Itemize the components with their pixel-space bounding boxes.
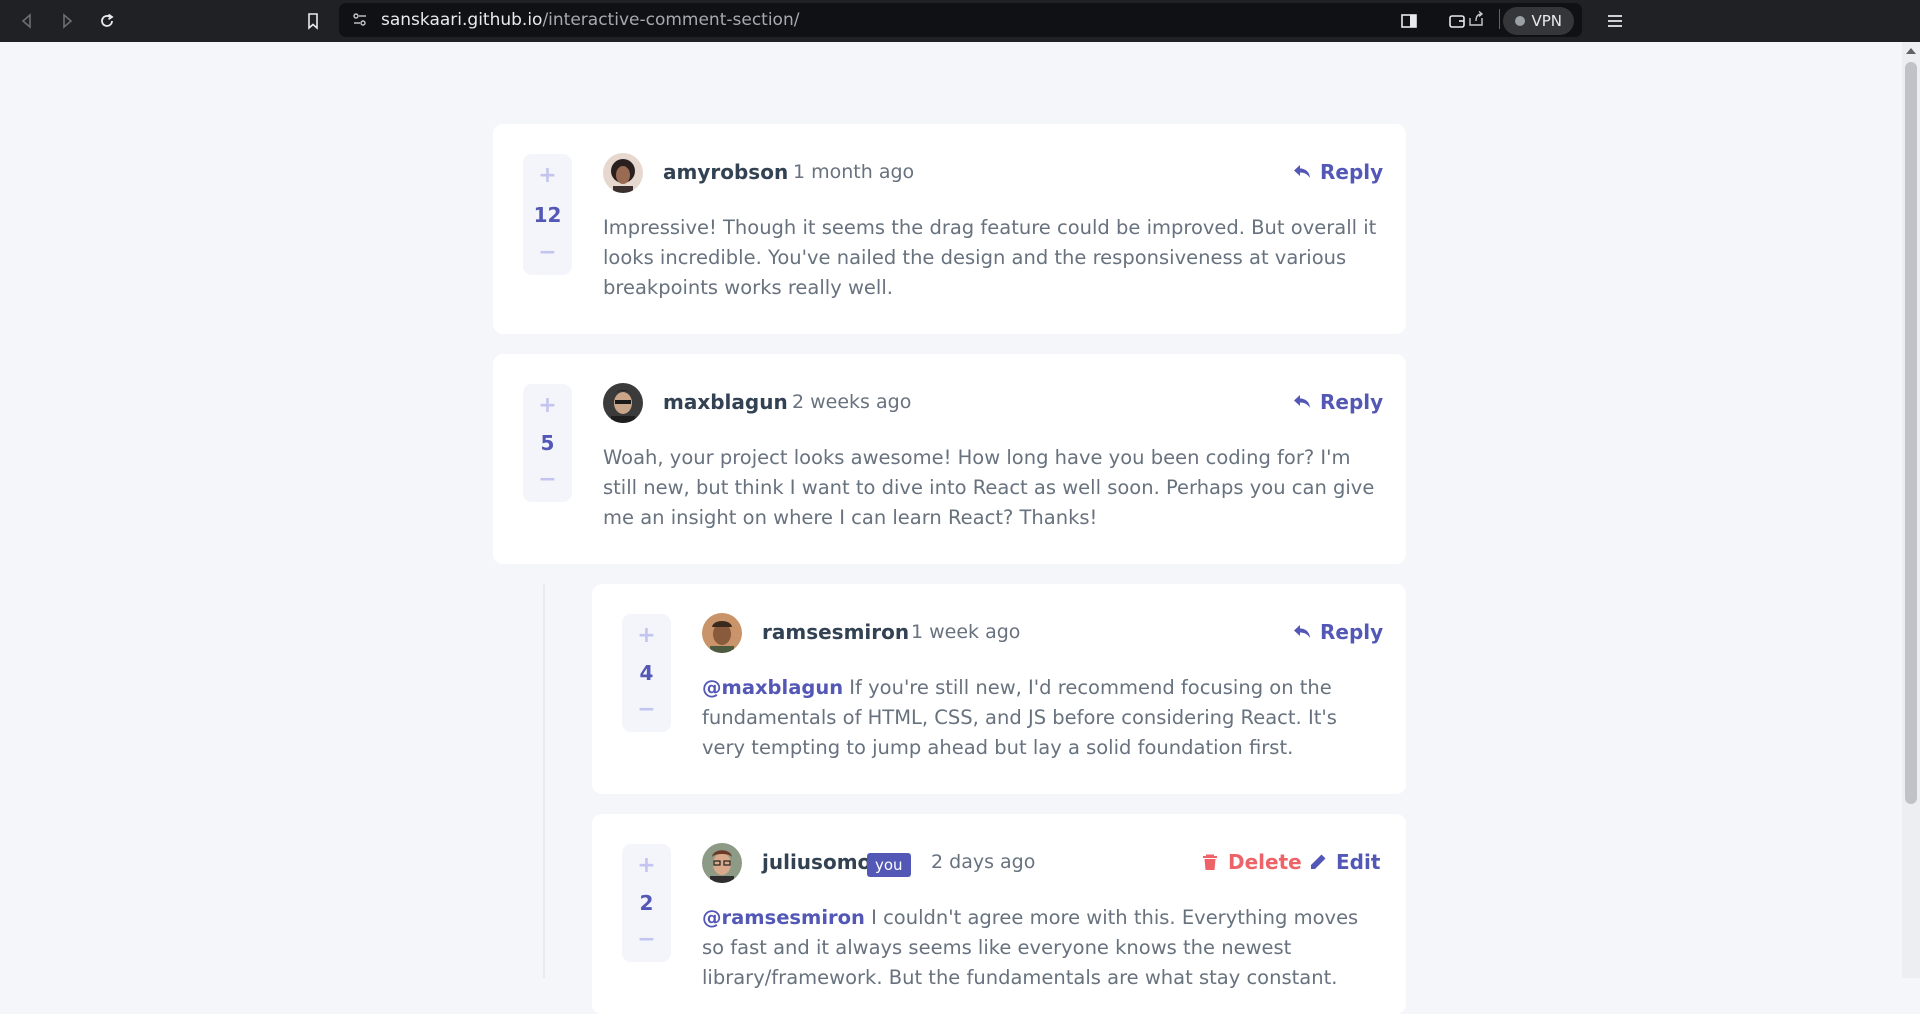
back-icon (21, 13, 31, 29)
score-count: 5 (540, 431, 555, 455)
upvote-button[interactable]: + (538, 395, 556, 417)
forward-button[interactable] (52, 6, 82, 36)
browser-toolbar: sanskaari.github.io/interactive-comment-… (0, 0, 1920, 42)
reload-button[interactable] (92, 6, 122, 36)
reply-username[interactable]: juliusomo (762, 850, 871, 874)
comment-time: 1 month ago (793, 161, 915, 183)
reply-username[interactable]: ramsesmiron (762, 620, 909, 644)
sidebar-icon[interactable] (1400, 12, 1418, 30)
bookmark-button[interactable] (298, 6, 328, 36)
edit-label: Edit (1336, 850, 1381, 874)
downvote-button[interactable]: − (538, 242, 556, 264)
edit-button[interactable]: Edit (1309, 850, 1380, 874)
upvote-button[interactable]: + (538, 165, 556, 187)
score-count: 2 (639, 891, 654, 915)
vote-widget: + 2 − (622, 844, 671, 962)
share-icon[interactable] (1467, 10, 1485, 28)
divider (1499, 9, 1500, 29)
mention-link[interactable]: @ramsesmiron (702, 906, 865, 929)
downvote-button[interactable]: − (538, 469, 556, 491)
reply-icon (1294, 165, 1310, 178)
reply-content: @ramsesmiron I couldn't agree more with … (702, 903, 1384, 993)
reload-icon (101, 13, 114, 27)
delete-label: Delete (1228, 850, 1302, 874)
upvote-button[interactable]: + (637, 855, 655, 877)
reply-time: 1 week ago (911, 621, 1021, 643)
reply-label: Reply (1320, 390, 1384, 414)
page-scrollbar[interactable] (1902, 42, 1920, 978)
reply-thread-line (543, 584, 545, 978)
bookmark-icon (308, 13, 318, 30)
avatar-amyrobson (603, 153, 643, 193)
reply-button[interactable]: Reply (1293, 160, 1383, 184)
reply-time: 2 days ago (931, 851, 1036, 873)
vote-widget: + 5 − (523, 384, 572, 502)
comment-username[interactable]: amyrobson (663, 160, 788, 184)
address-bar[interactable]: sanskaari.github.io/interactive-comment-… (339, 3, 1582, 37)
reply-icon (1294, 395, 1310, 408)
scrollbar-thumb[interactable] (1905, 62, 1917, 804)
you-badge: you (867, 853, 911, 877)
avatar-juliusomo (702, 843, 742, 883)
delete-button[interactable]: Delete (1201, 850, 1302, 874)
vote-widget: + 4 − (622, 614, 671, 732)
comment-time: 2 weeks ago (792, 391, 912, 413)
pencil-icon (1311, 854, 1326, 869)
wallet-icon[interactable] (1448, 12, 1466, 30)
menu-icon[interactable] (1606, 12, 1624, 30)
score-count: 12 (533, 202, 562, 227)
avatar-image (702, 843, 742, 883)
comment-content: Woah, your project looks awesome! How lo… (603, 446, 1375, 529)
reply-button[interactable]: Reply (1293, 620, 1383, 644)
reply-button[interactable]: Reply (1293, 390, 1383, 414)
trash-icon (1203, 854, 1217, 870)
avatar-image (702, 613, 742, 653)
url-host: sanskaari.github.io (381, 10, 543, 30)
scroll-up-icon[interactable] (1906, 48, 1916, 54)
score-count: 4 (639, 661, 654, 685)
vote-widget: + 12 − (523, 154, 572, 275)
url-text: sanskaari.github.io/interactive-comment-… (381, 10, 799, 30)
reply-label: Reply (1320, 620, 1384, 644)
avatar-image (603, 383, 643, 423)
reply-label: Reply (1320, 160, 1384, 184)
vpn-label: VPN (1531, 12, 1562, 30)
comment-username[interactable]: maxblagun (663, 390, 788, 414)
avatar-maxblagun (603, 383, 643, 423)
avatar-ramsesmiron (702, 613, 742, 653)
avatar-image (603, 153, 643, 193)
downvote-button[interactable]: − (637, 699, 655, 721)
mention-link[interactable]: @maxblagun (702, 676, 843, 699)
back-button[interactable] (12, 6, 42, 36)
forward-icon (63, 13, 73, 29)
vpn-button[interactable]: VPN (1503, 7, 1574, 35)
vpn-status-dot (1515, 16, 1526, 26)
downvote-button[interactable]: − (637, 929, 655, 951)
site-settings-icon[interactable] (351, 11, 369, 29)
url-path: /interactive-comment-section/ (542, 10, 800, 30)
comment-content: Impressive! Though it seems the drag fea… (603, 216, 1377, 299)
reply-icon (1294, 625, 1310, 638)
reply-content: @maxblagun If you're still new, I'd reco… (702, 673, 1384, 763)
upvote-button[interactable]: + (637, 625, 655, 647)
